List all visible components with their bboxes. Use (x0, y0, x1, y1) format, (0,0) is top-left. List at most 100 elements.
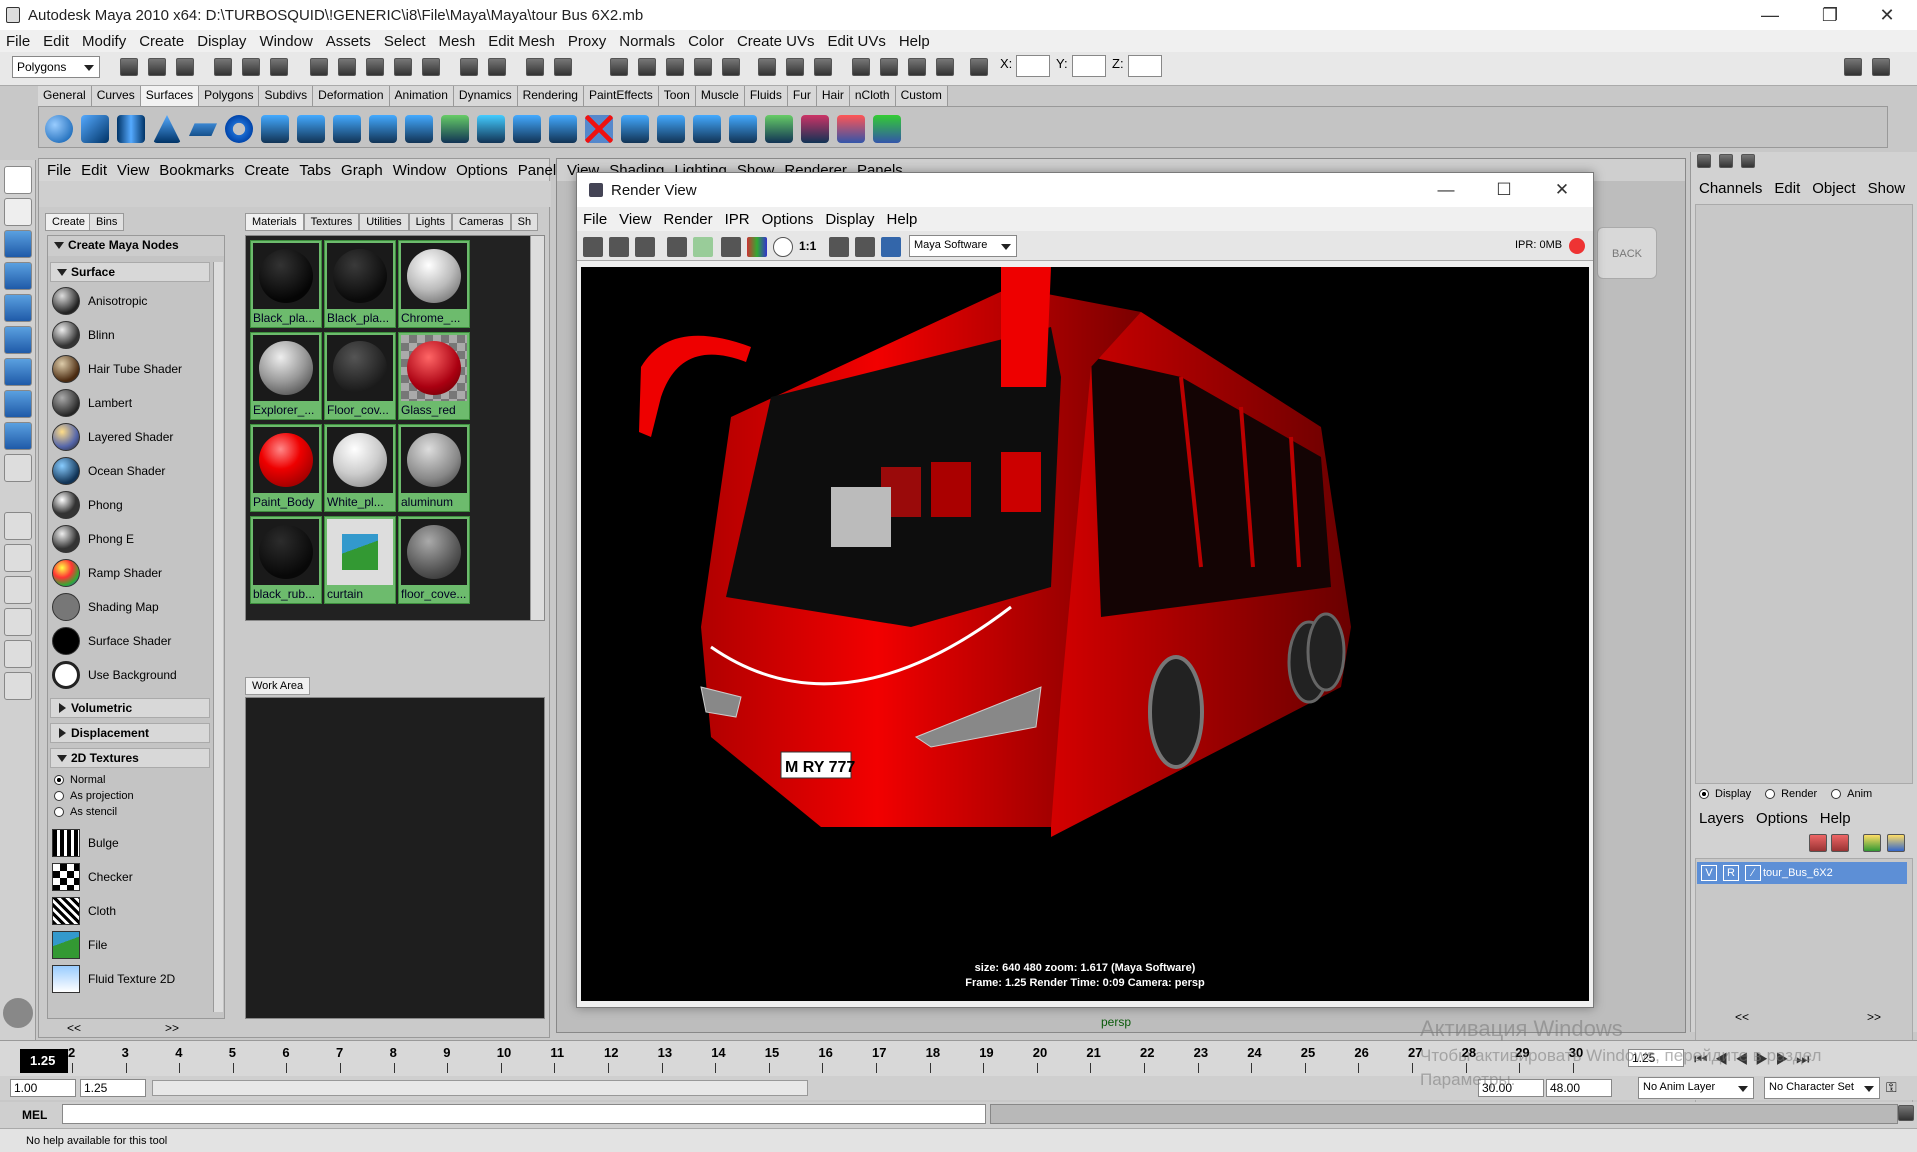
node-ramp-shader[interactable]: Ramp Shader (52, 556, 190, 590)
x-field[interactable] (1016, 55, 1050, 77)
hs-menu-edit[interactable]: Edit (81, 162, 107, 179)
lasso-tool-icon[interactable] (4, 198, 32, 226)
layer-menu-help[interactable]: Help (1820, 810, 1851, 827)
node-hair-tube-shader[interactable]: Hair Tube Shader (52, 352, 190, 386)
create-list-scrollbar[interactable] (213, 262, 223, 1012)
node-anisotropic[interactable]: Anisotropic (52, 284, 190, 318)
material-white-plastic[interactable]: White_pl... (324, 424, 396, 512)
textures2d-section-header[interactable]: 2D Textures (50, 748, 210, 768)
show-manipulator-icon[interactable] (4, 422, 32, 450)
hs-menu-graph[interactable]: Graph (341, 162, 383, 179)
radio-as-stencil[interactable]: As stencil (54, 806, 117, 818)
tab-work-area[interactable]: Work Area (245, 677, 311, 695)
menu-help[interactable]: Help (899, 33, 930, 50)
renderer-dropdown[interactable]: Maya Software (909, 235, 1017, 257)
y-field[interactable] (1072, 55, 1106, 77)
command-input[interactable] (62, 1104, 986, 1124)
radio-normal[interactable]: Normal (54, 774, 105, 786)
shelf-tab-painteffects[interactable]: PaintEffects (583, 86, 659, 106)
create-maya-nodes-header[interactable]: Create Maya Nodes (48, 236, 224, 256)
hs-menu-tabs[interactable]: Tabs (299, 162, 331, 179)
offset-surface-icon[interactable] (801, 115, 829, 143)
remove-image-icon[interactable] (855, 237, 875, 257)
create-layer-selected-icon[interactable] (1831, 834, 1849, 852)
menu-edit-uvs[interactable]: Edit UVs (827, 33, 885, 50)
rv-menu-options[interactable]: Options (762, 211, 814, 228)
lock-icon[interactable] (526, 58, 544, 76)
restore-button[interactable]: ❐ (1800, 0, 1860, 30)
shelf-tab-toon[interactable]: Toon (658, 86, 696, 106)
history-icon[interactable] (460, 58, 478, 76)
layer-menu-options[interactable]: Options (1756, 810, 1808, 827)
material-black-plastic-1[interactable]: Black_pla... (250, 240, 322, 328)
rv-menu-view[interactable]: View (619, 211, 651, 228)
shelf-tab-polygons[interactable]: Polygons (199, 86, 260, 106)
materials-scrollbar[interactable] (530, 236, 544, 620)
shelf-tab-rendering[interactable]: Rendering (517, 86, 584, 106)
node-ocean-shader[interactable]: Ocean Shader (52, 454, 190, 488)
render-region-icon[interactable] (880, 58, 898, 76)
rgb-channels-icon[interactable] (747, 237, 767, 257)
snap-grid-icon[interactable] (310, 58, 328, 76)
rotate-tool-icon[interactable] (4, 294, 32, 322)
shelf-tab-deformation[interactable]: Deformation (313, 86, 390, 106)
material-black-plastic-2[interactable]: Black_pla... (324, 240, 396, 328)
hs-menu-file[interactable]: File (47, 162, 71, 179)
material-glass-red[interactable]: Glass_red (398, 332, 470, 420)
nurbs-plane-icon[interactable] (189, 123, 217, 136)
end-time-field[interactable]: 48.00 (1546, 1079, 1612, 1097)
radio-as-projection[interactable]: As projection (54, 790, 134, 802)
layer-scroll-right[interactable]: >> (1867, 1010, 1881, 1024)
range-slider-bar[interactable] (152, 1080, 808, 1096)
make-live-icon[interactable] (422, 58, 440, 76)
anim-layer-dropdown[interactable]: No Anim Layer (1638, 1077, 1754, 1099)
open-scene-icon[interactable] (148, 58, 166, 76)
menu-mesh[interactable]: Mesh (439, 33, 476, 50)
four-view-layout-icon[interactable] (4, 544, 32, 572)
create-scroll-left[interactable]: << (67, 1021, 81, 1035)
z-field[interactable] (1128, 55, 1162, 77)
node-shading-map[interactable]: Shading Map (52, 590, 190, 624)
bevel-icon[interactable] (513, 115, 541, 143)
node-bulge[interactable]: Bulge (52, 826, 190, 860)
menu-create-uvs[interactable]: Create UVs (737, 33, 815, 50)
nurbs-cylinder-icon[interactable] (117, 115, 145, 143)
ipr-render-icon[interactable] (786, 58, 804, 76)
close-button[interactable]: ✕ (1857, 0, 1917, 30)
rebuild-surface-icon[interactable] (837, 115, 865, 143)
rv-menu-file[interactable]: File (583, 211, 607, 228)
save-scene-icon[interactable] (176, 58, 194, 76)
current-frame-marker[interactable]: 1.25 (20, 1049, 68, 1073)
command-language-label[interactable]: MEL (22, 1108, 47, 1122)
node-cloth[interactable]: Cloth (52, 894, 190, 928)
magnet-curve-icon[interactable] (638, 58, 656, 76)
displacement-section-header[interactable]: Displacement (50, 723, 210, 743)
render-view-maximize-button[interactable]: ☐ (1475, 173, 1533, 207)
input-ops-icon[interactable] (554, 58, 572, 76)
redo-render-icon[interactable] (583, 237, 603, 257)
attribute-editor-toggle-icon[interactable] (1719, 154, 1733, 168)
shelf-tab-ncloth[interactable]: nCloth (849, 86, 896, 106)
planar-icon[interactable] (333, 115, 361, 143)
minimize-button[interactable]: — (1740, 0, 1800, 30)
material-paint-body[interactable]: Paint_Body (250, 424, 322, 512)
node-fluid-texture-2d[interactable]: Fluid Texture 2D (52, 962, 190, 996)
menu-select[interactable]: Select (384, 33, 426, 50)
nurbs-cone-icon[interactable] (153, 115, 181, 143)
rv-menu-display[interactable]: Display (825, 211, 874, 228)
tab-lights[interactable]: Lights (408, 213, 453, 231)
shelf-tab-general[interactable]: General (38, 86, 92, 106)
surface-section-header[interactable]: Surface (50, 262, 210, 282)
alpha-channel-icon[interactable] (773, 237, 793, 257)
nurbs-cube-icon[interactable] (81, 115, 109, 143)
hypershade-layout-icon[interactable] (4, 608, 32, 636)
node-lambert[interactable]: Lambert (52, 386, 190, 420)
menu-create[interactable]: Create (139, 33, 184, 50)
tool-settings-toggle-icon[interactable] (1741, 154, 1755, 168)
render-region-icon[interactable] (609, 237, 629, 257)
layer-visibility-toggle[interactable]: V (1701, 865, 1717, 881)
rv-menu-ipr[interactable]: IPR (725, 211, 750, 228)
hs-menu-options[interactable]: Options (456, 162, 508, 179)
snap-plane-icon[interactable] (394, 58, 412, 76)
shelf-tab-curves[interactable]: Curves (91, 86, 141, 106)
